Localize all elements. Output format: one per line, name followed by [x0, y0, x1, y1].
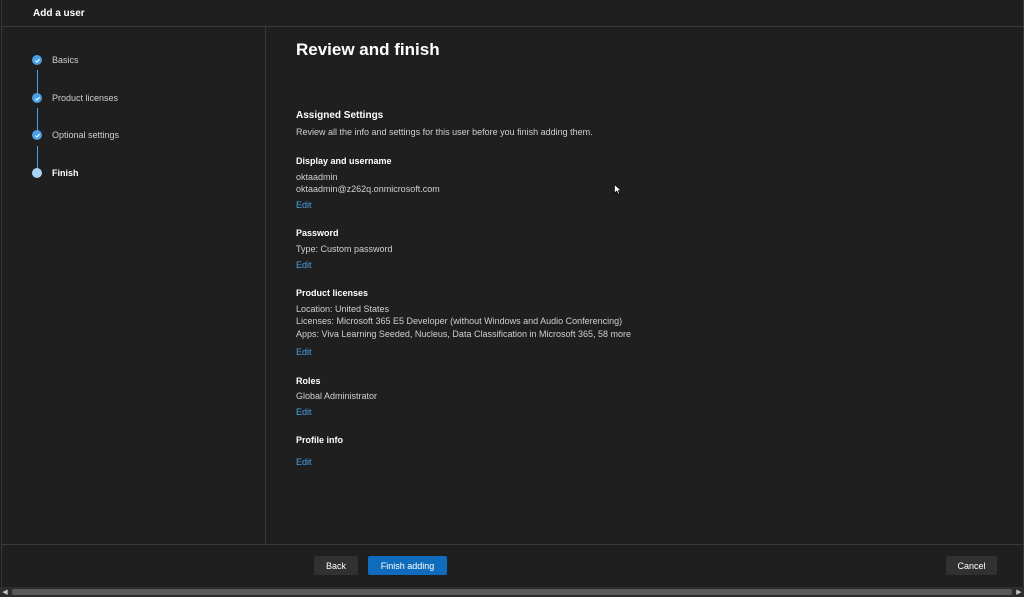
step-optional-settings[interactable]: Optional settings	[32, 126, 119, 144]
assigned-settings-subtext: Review all the info and settings for thi…	[296, 127, 593, 137]
password-type-value: Type: Custom password	[296, 244, 393, 254]
step-label: Finish	[52, 168, 79, 178]
license-location-value: Location: United States	[296, 304, 390, 314]
assigned-settings-heading: Assigned Settings	[296, 110, 384, 121]
step-label: Basics	[52, 55, 79, 65]
username-value: oktaadmin@z262q.onmicrosoft.com	[296, 184, 440, 194]
back-button[interactable]: Back	[314, 556, 358, 575]
roles-title: Roles	[296, 376, 321, 386]
step-label: Optional settings	[52, 130, 120, 140]
scroll-left-icon[interactable]: ◀	[0, 587, 10, 597]
scrollbar-thumb[interactable]	[12, 589, 1012, 595]
checkmark-icon	[32, 130, 42, 140]
wizard-footer: Back Finish adding Cancel	[2, 544, 1023, 588]
checkmark-icon	[32, 55, 42, 65]
display-name-value: oktaadmin	[296, 172, 338, 182]
edit-display-link[interactable]: Edit	[296, 200, 312, 210]
password-title: Password	[296, 228, 339, 238]
product-licenses-title: Product licenses	[296, 288, 369, 298]
edit-licenses-link[interactable]: Edit	[296, 347, 312, 357]
edit-profile-link[interactable]: Edit	[296, 457, 312, 467]
page-title: Review and finish	[296, 40, 440, 59]
edit-roles-link[interactable]: Edit	[296, 407, 312, 417]
display-username-title: Display and username	[296, 156, 392, 166]
mouse-pointer-icon	[614, 184, 622, 195]
step-basics[interactable]: Basics	[32, 51, 79, 69]
scroll-right-icon[interactable]: ▶	[1014, 587, 1024, 597]
panel-title: Add a user	[33, 8, 85, 19]
step-product-licenses[interactable]: Product licenses	[32, 89, 118, 107]
edit-password-link[interactable]: Edit	[296, 260, 312, 270]
add-user-panel: Add a user Basics Product licenses Optio…	[1, 0, 1024, 587]
step-finish[interactable]: Finish	[32, 164, 79, 182]
checkmark-icon	[32, 93, 42, 103]
licenses-value: Licenses: Microsoft 365 E5 Developer (wi…	[296, 316, 623, 326]
current-step-icon	[32, 168, 42, 178]
roles-value: Global Administrator	[296, 391, 378, 401]
profile-info-title: Profile info	[296, 435, 343, 445]
step-label: Product licenses	[52, 93, 119, 103]
horizontal-scrollbar[interactable]: ◀ ▶	[0, 587, 1024, 597]
apps-value: Apps: Viva Learning Seeded, Nucleus, Dat…	[296, 329, 632, 339]
wizard-stepper: Basics Product licenses Optional setting…	[2, 27, 266, 544]
finish-adding-button[interactable]: Finish adding	[368, 556, 447, 575]
cancel-button[interactable]: Cancel	[946, 556, 997, 575]
panel-header: Add a user	[2, 0, 1023, 27]
